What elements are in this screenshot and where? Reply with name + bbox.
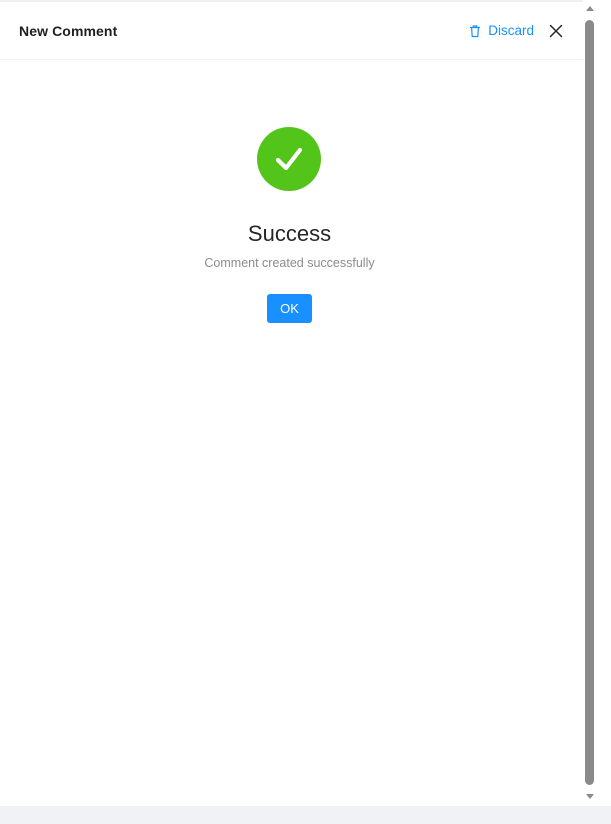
check-circle-icon — [257, 127, 321, 191]
scroll-up-arrow-icon[interactable] — [586, 6, 594, 11]
result-subtitle: Comment created successfully — [204, 256, 375, 270]
discard-label: Discard — [488, 23, 534, 38]
drawer-title: New Comment — [19, 22, 118, 39]
close-icon — [549, 24, 563, 37]
ok-button[interactable]: OK — [267, 294, 312, 323]
trash-icon — [468, 24, 482, 38]
close-button[interactable] — [548, 23, 564, 39]
comment-drawer: New Comment Discard Success Comment crea… — [0, 0, 583, 806]
discard-button[interactable]: Discard — [468, 23, 534, 38]
result-title: Success — [247, 221, 332, 246]
scrollbar-thumb[interactable] — [585, 20, 594, 785]
drawer-header: New Comment Discard — [0, 2, 583, 60]
page-background — [0, 806, 611, 824]
scroll-down-arrow-icon[interactable] — [586, 794, 594, 799]
